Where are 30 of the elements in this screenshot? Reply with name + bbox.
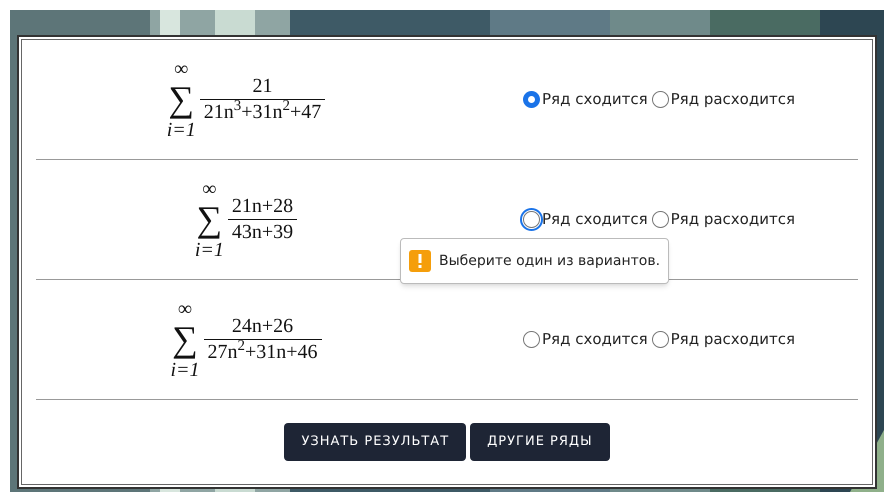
numerator: 24n+26 bbox=[230, 314, 294, 339]
option-label: Ряд расходится bbox=[670, 89, 795, 110]
tooltip-text: Выберите один из вариантов. bbox=[439, 252, 660, 270]
radio-button[interactable] bbox=[523, 91, 540, 108]
upper-limit: ∞ bbox=[202, 178, 216, 199]
sum-symbol: ∑ bbox=[196, 198, 222, 240]
denominator: 21n$^{3}$+31n$^{2}$+47 bbox=[200, 98, 326, 125]
option-label: Ряд сходится bbox=[542, 89, 648, 110]
upper-limit: ∞ bbox=[178, 298, 192, 319]
radio-button[interactable] bbox=[523, 331, 540, 348]
denominator: 27n$^{2}$+31n+46 bbox=[204, 338, 322, 365]
option-label: Ряд сходится bbox=[542, 209, 648, 230]
denominator: 43n+39 bbox=[228, 218, 298, 245]
sum-symbol: ∑ bbox=[168, 78, 194, 120]
numerator: 21 bbox=[252, 74, 274, 99]
radio-button[interactable] bbox=[652, 331, 669, 348]
other-series-button[interactable]: ДРУГИЕ РЯДЫ bbox=[470, 423, 610, 461]
sum-symbol: ∑ bbox=[172, 318, 198, 360]
option-label: Ряд расходится bbox=[670, 329, 795, 350]
numerator: 21n+28 bbox=[230, 194, 294, 219]
warning-icon bbox=[409, 250, 431, 272]
result-button[interactable]: УЗНАТЬ РЕЗУЛЬТАТ bbox=[284, 423, 466, 461]
radio-button[interactable] bbox=[652, 91, 669, 108]
upper-limit: ∞ bbox=[174, 58, 188, 79]
radio-button[interactable] bbox=[652, 211, 669, 228]
lower-limit: i=1 bbox=[166, 120, 196, 140]
option-label: Ряд расходится bbox=[670, 209, 795, 230]
option-label: Ряд сходится bbox=[542, 329, 648, 350]
lower-limit: i=1 bbox=[170, 360, 200, 380]
lower-limit: i=1 bbox=[194, 240, 224, 260]
